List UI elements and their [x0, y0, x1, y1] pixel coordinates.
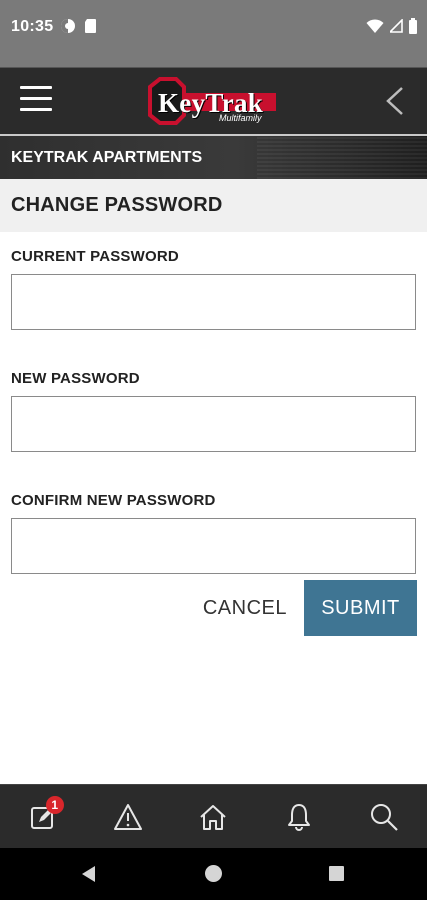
recents-square-icon[interactable]	[329, 866, 344, 881]
submit-button[interactable]: SUBMIT	[304, 580, 417, 636]
nav-notes[interactable]: 1	[18, 792, 68, 842]
form-actions: CANCEL SUBMIT	[203, 580, 417, 636]
current-password-label: CURRENT PASSWORD	[11, 248, 179, 265]
home-circle-icon[interactable]	[205, 865, 222, 882]
status-bar: 10:35	[0, 0, 427, 67]
confirm-password-label: CONFIRM NEW PASSWORD	[11, 492, 216, 509]
chevron-left-icon[interactable]	[385, 86, 405, 116]
bell-icon	[287, 803, 310, 831]
home-icon	[200, 804, 227, 830]
app-header: KeyTrak Multifamily	[0, 67, 427, 134]
bottom-nav: 1	[0, 784, 427, 848]
keytrak-logo: KeyTrak Multifamily	[146, 77, 282, 127]
property-banner: KEYTRAK APARTMENTS	[0, 134, 427, 179]
sim-card-icon	[85, 19, 96, 33]
wifi-icon	[366, 18, 384, 33]
status-icons-right	[366, 18, 417, 34]
nav-alerts[interactable]	[103, 792, 153, 842]
nav-notifications[interactable]	[274, 792, 324, 842]
status-time: 10:35	[11, 18, 54, 35]
android-nav-bar	[0, 848, 427, 900]
nav-home[interactable]	[188, 792, 238, 842]
logo-subtext: Multifamily	[219, 113, 262, 123]
new-password-field[interactable]	[11, 396, 416, 452]
notification-badge: 1	[45, 795, 64, 814]
nav-search[interactable]	[359, 792, 409, 842]
cancel-button[interactable]: CANCEL	[203, 597, 287, 620]
hamburger-menu-icon[interactable]	[20, 86, 52, 116]
confirm-password-field[interactable]	[11, 518, 416, 574]
page-title: CHANGE PASSWORD	[11, 194, 223, 216]
new-password-label: NEW PASSWORD	[11, 370, 140, 387]
back-triangle-icon[interactable]	[80, 865, 97, 883]
data-saver-icon	[61, 19, 75, 33]
signal-icon	[390, 19, 403, 33]
status-icons-left	[60, 18, 97, 34]
change-password-form: CURRENT PASSWORD NEW PASSWORD CONFIRM NE…	[0, 248, 427, 574]
warning-icon	[114, 803, 143, 830]
search-icon	[371, 803, 399, 831]
property-name: KEYTRAK APARTMENTS	[11, 148, 203, 166]
current-password-field[interactable]	[11, 274, 416, 330]
page-title-bar: CHANGE PASSWORD	[0, 179, 427, 232]
battery-icon	[409, 18, 417, 34]
